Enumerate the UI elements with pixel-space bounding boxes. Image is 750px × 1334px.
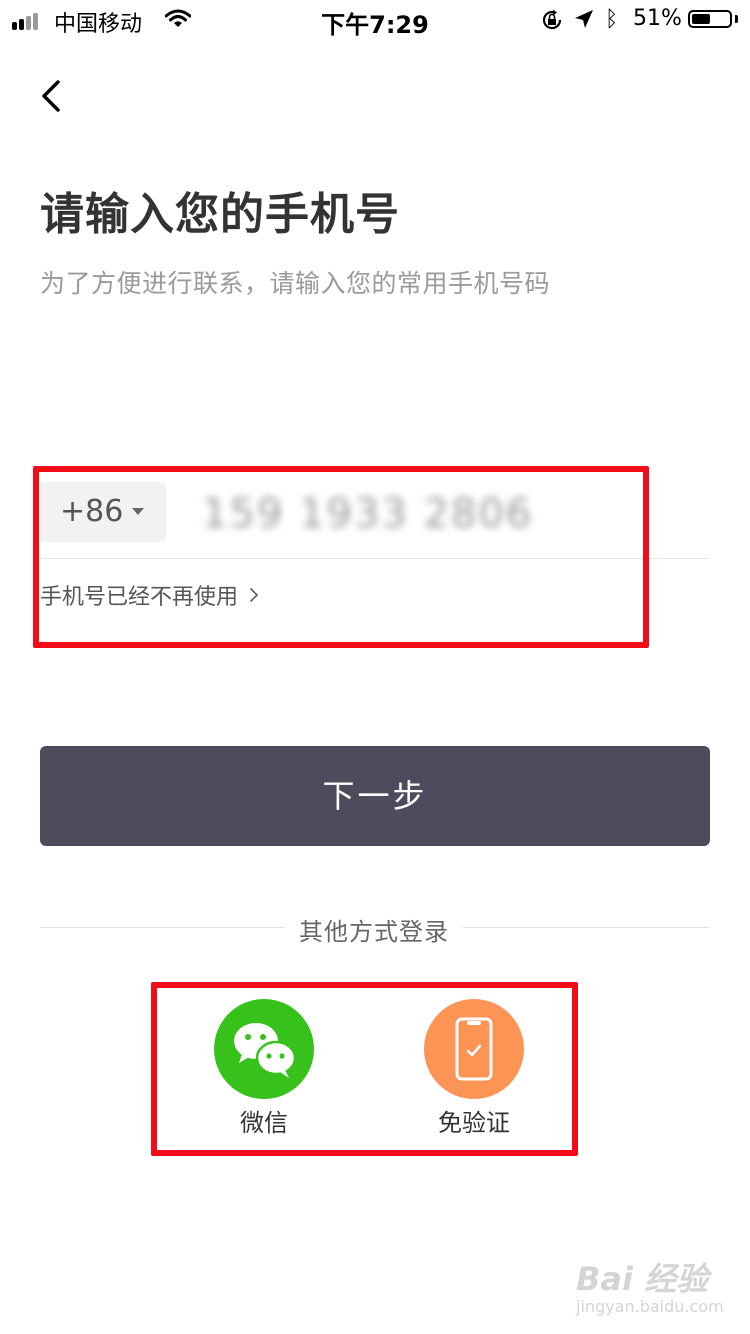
status-bar: 中国移动 下午7:29 ᛒ 51% xyxy=(0,0,750,40)
next-step-button[interactable]: 下一步 xyxy=(40,746,710,846)
annotation-box-login-options xyxy=(151,982,578,1156)
battery-icon xyxy=(688,10,732,28)
bluetooth-icon: ᛒ xyxy=(605,7,619,32)
battery-nub xyxy=(735,15,738,23)
other-login-label: 其他方式登录 xyxy=(299,918,449,946)
battery-percent: 51% xyxy=(633,6,682,31)
battery-fill xyxy=(692,14,710,24)
watermark-logo: Bai 经验 xyxy=(576,1260,709,1298)
watermark-url: jingyan.baidu.com xyxy=(576,1297,724,1316)
page-title: 请输入您的手机号 xyxy=(40,189,400,240)
divider-right xyxy=(463,927,710,928)
rotation-lock-icon xyxy=(542,9,562,30)
location-icon xyxy=(575,10,593,28)
chevron-left-icon[interactable] xyxy=(38,78,68,114)
annotation-box-phone xyxy=(33,466,649,648)
page-subtitle: 为了方便进行联系，请输入您的常用手机号码 xyxy=(40,269,551,298)
divider-left xyxy=(40,927,285,928)
